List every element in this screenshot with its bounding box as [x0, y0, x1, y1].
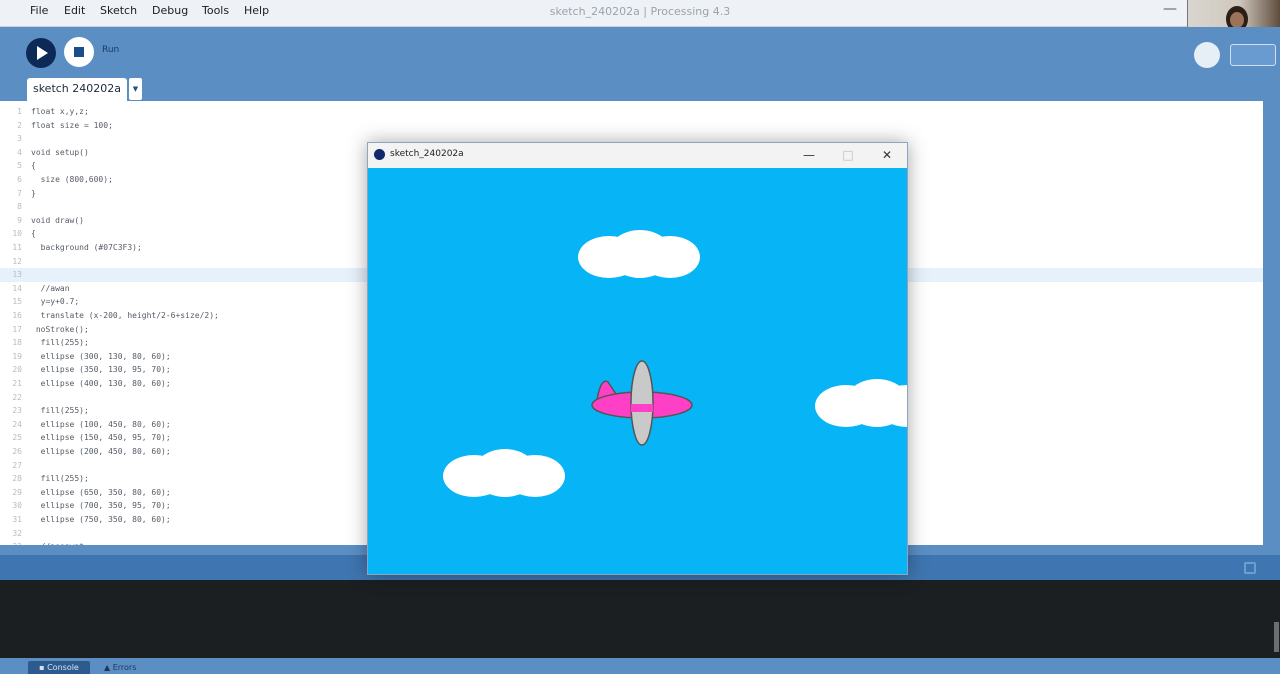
- line-number: 5: [17, 161, 22, 171]
- line-number: 29: [12, 487, 22, 497]
- status-indicator-icon: [1244, 562, 1256, 574]
- tab-errors[interactable]: ▲ Errors: [104, 661, 136, 674]
- line-number: 6: [17, 175, 22, 184]
- sketch-minimize-button[interactable]: —: [798, 145, 820, 165]
- line-number: 20: [12, 365, 22, 375]
- line-number: 3: [17, 134, 22, 144]
- code-text: void draw(): [31, 215, 84, 225]
- sketch-window: sketch_240202a — □ ✕: [367, 142, 908, 575]
- code-text: //pesawat: [31, 540, 84, 545]
- code-text: size (800,600);: [31, 175, 113, 184]
- line-number: 14: [12, 283, 22, 293]
- line-number: 12: [12, 256, 22, 266]
- line-number: 27: [12, 460, 22, 470]
- console-icon: ▪: [39, 663, 48, 672]
- code-text: //awan: [31, 283, 70, 293]
- code-text: background (#07C3F3);: [31, 243, 142, 252]
- toolbar: [0, 27, 1280, 77]
- code-text: float x,y,z;: [31, 107, 89, 116]
- code-text: ellipse (400, 130, 80, 60);: [31, 379, 171, 388]
- line-number: 10: [12, 229, 22, 239]
- line-number: 33: [0, 540, 22, 545]
- line-number: 16: [12, 311, 22, 320]
- code-text: ellipse (150, 450, 95, 70);: [31, 433, 171, 443]
- code-text: fill(255);: [31, 474, 89, 484]
- code-text: noStroke();: [31, 324, 89, 334]
- line-number: 11: [12, 243, 22, 252]
- airplane-layer: [591, 360, 693, 446]
- line-number: 8: [17, 202, 22, 212]
- line-number: 32: [12, 528, 22, 538]
- code-text: {: [31, 229, 36, 239]
- line-number: 13: [12, 270, 22, 280]
- line-number: 19: [12, 351, 22, 361]
- code-text: ellipse (650, 350, 80, 60);: [31, 487, 171, 497]
- line-number: 21: [12, 379, 22, 388]
- code-text: ellipse (700, 350, 95, 70);: [31, 501, 171, 511]
- code-text: fill(255);: [31, 406, 89, 416]
- person-face: [1230, 12, 1244, 28]
- line-number: 25: [12, 433, 22, 443]
- code-text: fill(255);: [31, 338, 89, 348]
- footer-bar: [0, 658, 1280, 674]
- airplane-wing: [630, 360, 654, 446]
- stop-button[interactable]: [64, 37, 94, 67]
- code-text: y=y+0.7;: [31, 297, 80, 307]
- mode-selector-button[interactable]: [1230, 44, 1276, 66]
- processing-logo-icon: [374, 149, 385, 160]
- code-text: ellipse (200, 450, 80, 60);: [31, 447, 171, 456]
- warning-icon: ▲: [104, 663, 113, 672]
- chevron-down-icon[interactable]: ▼: [129, 78, 142, 100]
- line-number: 18: [12, 338, 22, 348]
- code-text: void setup(): [31, 147, 89, 157]
- sketch-maximize-button[interactable]: □: [837, 145, 859, 165]
- tab-sketch[interactable]: sketch 240202a: [27, 78, 127, 101]
- sketch-canvas[interactable]: [368, 168, 907, 574]
- debug-toggle-button[interactable]: [1194, 42, 1220, 68]
- code-text: ellipse (750, 350, 80, 60);: [31, 515, 171, 524]
- line-number: 2: [17, 120, 22, 130]
- tab-console[interactable]: ▪ Console: [28, 661, 90, 674]
- tab-console-label: Console: [47, 663, 79, 672]
- line-number: 9: [17, 215, 22, 225]
- code-text: float size = 100;: [31, 120, 113, 130]
- line-number: 28: [12, 474, 22, 484]
- code-text: }: [31, 188, 36, 198]
- code-line[interactable]: 1 float x,y,z;: [0, 105, 1263, 119]
- editor-scrollbar[interactable]: [1263, 101, 1280, 545]
- sketch-close-button[interactable]: ✕: [876, 145, 898, 165]
- sketch-window-title: sketch_240202a: [390, 149, 464, 159]
- code-text: translate (x-200, height/2-6+size/2);: [31, 311, 219, 320]
- console-scrollbar[interactable]: [1274, 622, 1279, 652]
- line-number: 30: [12, 501, 22, 511]
- line-number: 24: [12, 419, 22, 429]
- code-text: ellipse (350, 130, 95, 70);: [31, 365, 171, 375]
- code-line[interactable]: 2 float size = 100;: [0, 119, 1263, 133]
- minimize-window-button[interactable]: —: [1160, 1, 1180, 21]
- code-text: {: [31, 161, 36, 171]
- code-text: ellipse (100, 450, 80, 60);: [31, 419, 171, 429]
- line-number: 4: [17, 147, 22, 157]
- console-panel: [0, 580, 1280, 658]
- run-button[interactable]: [26, 38, 56, 68]
- line-number: 1: [17, 107, 22, 116]
- line-number: 15: [12, 297, 22, 307]
- sketch-titlebar[interactable]: sketch_240202a — □ ✕: [368, 143, 907, 168]
- run-label: Run: [102, 45, 120, 55]
- window-title: sketch_240202a | Processing 4.3: [549, 5, 731, 18]
- line-number: 17: [12, 324, 22, 334]
- line-number: 26: [12, 447, 22, 456]
- tab-errors-label: Errors: [112, 663, 137, 672]
- line-number: 22: [12, 392, 22, 402]
- line-number: 7: [17, 188, 22, 198]
- code-text: ellipse (300, 130, 80, 60);: [31, 351, 171, 361]
- line-number: 23: [12, 406, 22, 416]
- line-number: 31: [12, 515, 22, 524]
- airplane: [591, 360, 693, 446]
